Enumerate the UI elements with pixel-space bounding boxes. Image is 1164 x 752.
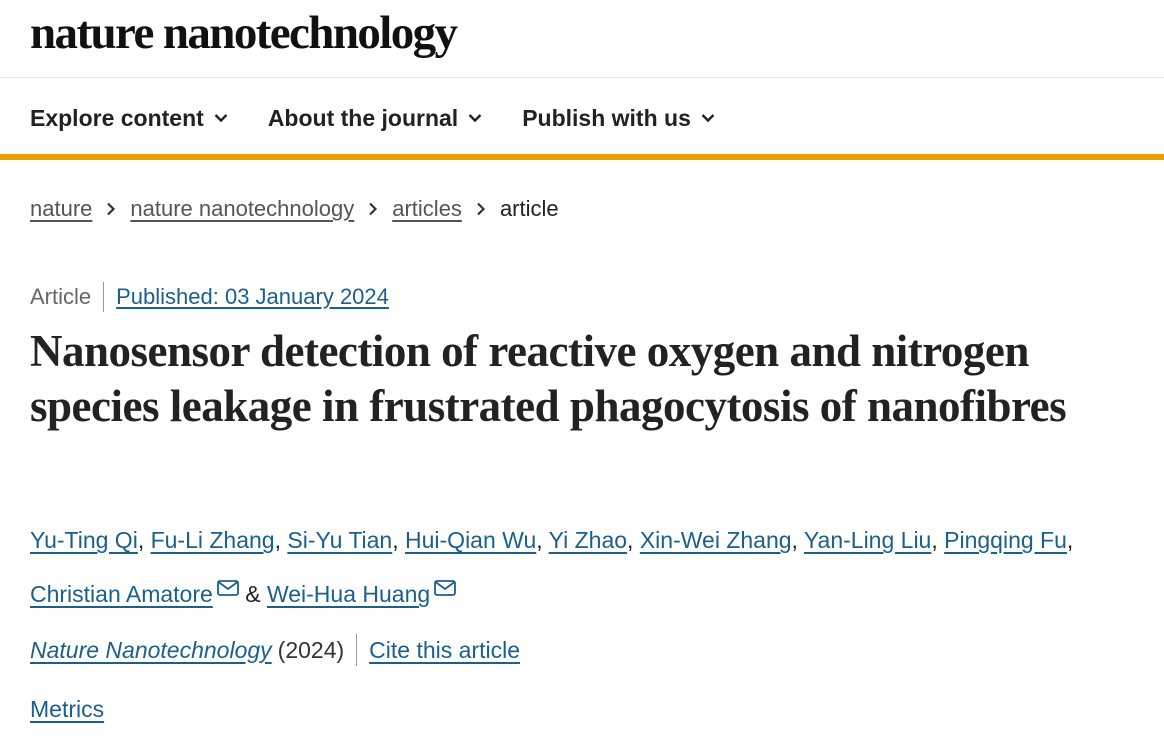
author-separator: , [137, 527, 151, 553]
nav-about-the-journal[interactable]: About the journal [268, 105, 482, 132]
author-link[interactable]: Fu-Li Zhang [151, 527, 275, 553]
author-link[interactable]: Yu-Ting Qi [30, 527, 138, 553]
author-separator: , [392, 527, 406, 553]
nav-publish-with-us[interactable]: Publish with us [522, 105, 715, 132]
main-nav: Explore content About the journal Publis… [0, 78, 1164, 160]
journal-logo[interactable]: nature nanotechnology [30, 10, 458, 57]
publication-year: (2024) [272, 634, 358, 666]
author-separator: , [1066, 527, 1074, 553]
mail-icon[interactable] [216, 564, 239, 612]
author-link[interactable]: Hui-Qian Wu [405, 527, 536, 553]
breadcrumb-nature[interactable]: nature [30, 196, 92, 222]
mail-icon[interactable] [434, 564, 457, 612]
author-conjunction: & [238, 581, 267, 607]
chevron-down-icon [214, 113, 228, 123]
journal-name-link[interactable]: Nature Nanotechnology [30, 637, 272, 664]
metrics-link[interactable]: Metrics [30, 696, 104, 723]
author-link[interactable]: Xin-Wei Zhang [640, 527, 792, 553]
chevron-right-icon [106, 202, 116, 216]
author-link[interactable]: Pingqing Fu [944, 527, 1067, 553]
author-separator: , [791, 527, 804, 553]
published-date-link[interactable]: Published: 03 January 2024 [104, 284, 389, 310]
cite-this-article-link[interactable]: Cite this article [357, 637, 520, 664]
author-link[interactable]: Yi Zhao [549, 527, 627, 553]
citation-row: Nature Nanotechnology (2024) Cite this a… [30, 634, 520, 666]
author-list: Yu-Ting Qi, Fu-Li Zhang, Si-Yu Tian, Hui… [30, 516, 1140, 618]
author-link[interactable]: Yan-Ling Liu [804, 527, 931, 553]
chevron-right-icon [368, 202, 378, 216]
author-separator: , [536, 527, 549, 553]
article-title: Nanosensor detection of reactive oxygen … [30, 326, 1067, 431]
author-separator: , [627, 527, 640, 553]
author-separator: , [931, 527, 945, 553]
chevron-down-icon [701, 113, 715, 123]
article-meta: Article Published: 03 January 2024 [30, 282, 389, 312]
corresponding-author-link[interactable]: Christian Amatore [30, 581, 213, 607]
author-link[interactable]: Si-Yu Tian [287, 527, 392, 553]
chevron-down-icon [468, 113, 482, 123]
breadcrumb-articles[interactable]: articles [392, 196, 462, 222]
masthead: nature nanotechnology [0, 0, 1164, 78]
author-separator: , [274, 527, 288, 553]
article-type: Article [30, 282, 105, 312]
breadcrumb-journal[interactable]: nature nanotechnology [130, 196, 354, 222]
nav-explore-content[interactable]: Explore content [30, 105, 228, 132]
nav-about-the-journal-label: About the journal [267, 104, 459, 131]
nav-publish-with-us-label: Publish with us [522, 104, 691, 131]
breadcrumb: nature nature nanotechnology articles ar… [30, 196, 559, 222]
chevron-right-icon [476, 202, 486, 216]
nav-explore-content-label: Explore content [30, 104, 204, 131]
corresponding-author-link[interactable]: Wei-Hua Huang [267, 581, 430, 607]
breadcrumb-current: article [499, 196, 559, 221]
